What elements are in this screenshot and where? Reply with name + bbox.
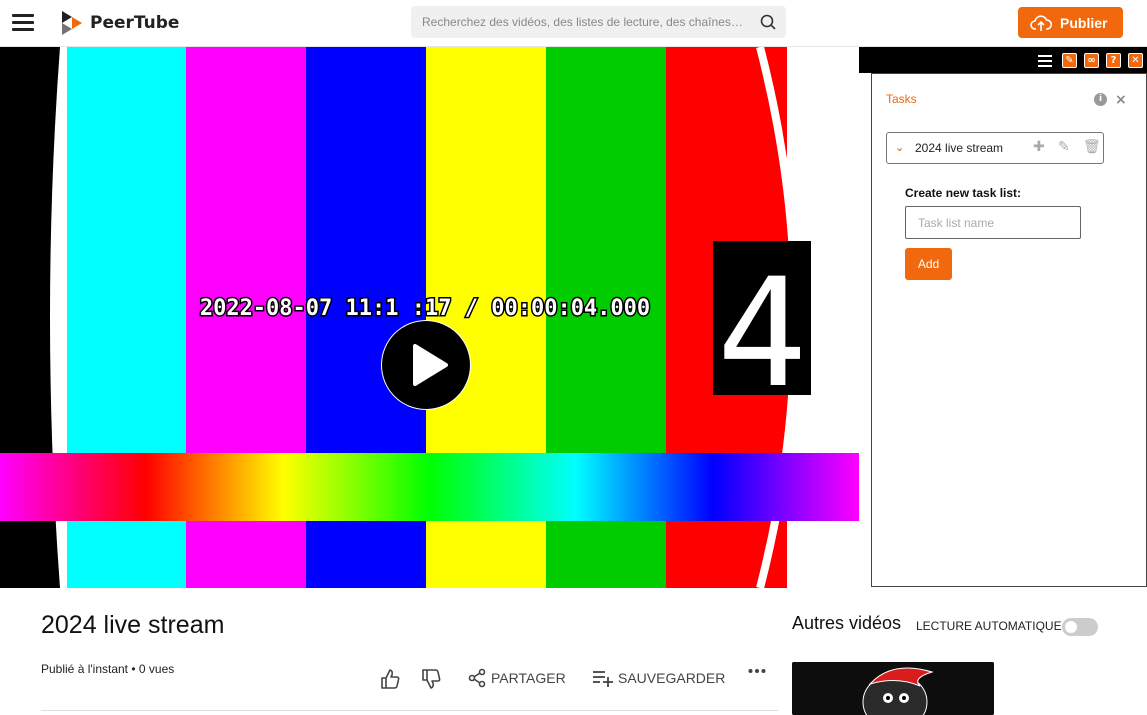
search-input[interactable] [411, 6, 756, 38]
list-menu-icon[interactable] [1038, 55, 1052, 67]
close-icon[interactable]: × [1115, 92, 1127, 108]
top-header: PeerTube Publier [0, 0, 1147, 47]
info-icon[interactable]: i [1094, 93, 1107, 106]
playlist-add-icon [593, 671, 613, 687]
add-list-button[interactable]: Add [905, 248, 952, 280]
dislike-button[interactable] [420, 668, 442, 690]
menu-icon[interactable] [12, 14, 34, 32]
autoplay-toggle[interactable] [1062, 618, 1098, 636]
more-horizontal-icon [748, 669, 766, 673]
countdown-digit: 4 [717, 247, 807, 421]
link-icon[interactable]: ∞ [1084, 53, 1099, 68]
publish-label: Publier [1060, 14, 1108, 31]
share-icon [468, 668, 486, 688]
autoplay-label: LECTURE AUTOMATIQUE [916, 619, 1062, 633]
tasks-title: Tasks [886, 92, 917, 106]
tasks-toolbar: ✎ ∞ ? ✕ [859, 47, 1147, 73]
tasks-panel: Tasks i × ⌄ 2024 live stream ✚ ✎ 🗑 Creat… [871, 73, 1147, 587]
share-button[interactable]: PARTAGER [467, 668, 566, 688]
task-list-name-input[interactable] [905, 206, 1081, 239]
divider [41, 710, 778, 711]
create-list-label: Create new task list: [905, 186, 1022, 200]
edit-icon[interactable]: ✎ [1062, 53, 1077, 68]
delete-list-icon[interactable]: 🗑 [1083, 139, 1101, 155]
other-videos-title: Autres vidéos [792, 613, 902, 633]
task-list-name: 2024 live stream [915, 141, 1004, 155]
search-icon[interactable] [759, 13, 777, 31]
peertube-logo-icon [62, 11, 82, 35]
thumbs-down-icon [422, 669, 441, 689]
video-meta: Publié à l'instant • 0 vues [41, 662, 175, 676]
publish-button[interactable]: Publier [1018, 7, 1123, 38]
upload-cloud-icon [1030, 14, 1052, 31]
task-list-selector[interactable]: ⌄ 2024 live stream ✚ ✎ 🗑 [886, 132, 1104, 164]
video-title: 2024 live stream [41, 611, 225, 639]
play-icon[interactable] [379, 318, 473, 412]
more-options-button[interactable] [748, 668, 766, 674]
help-icon[interactable]: ? [1106, 53, 1121, 68]
add-task-icon[interactable]: ✚ [1033, 139, 1045, 155]
brand-name: PeerTube [90, 13, 180, 33]
close-panel-icon[interactable]: ✕ [1128, 53, 1143, 68]
like-button[interactable] [379, 668, 401, 690]
brand-logo[interactable]: PeerTube [62, 11, 179, 35]
video-thumbnail[interactable] [792, 662, 994, 715]
thumbnail-image [792, 662, 994, 715]
search-box [411, 6, 786, 38]
thumbs-up-icon [381, 669, 400, 689]
share-label: PARTAGER [491, 670, 566, 686]
save-label: SAUVEGARDER [618, 670, 726, 686]
edit-list-icon[interactable]: ✎ [1058, 139, 1070, 155]
chevron-down-icon[interactable]: ⌄ [895, 141, 904, 154]
save-button[interactable]: SAUVEGARDER [592, 668, 725, 688]
video-player[interactable]: 4 2022-08-07 11:1 :17 / 00:00:04.000 [0, 47, 859, 588]
